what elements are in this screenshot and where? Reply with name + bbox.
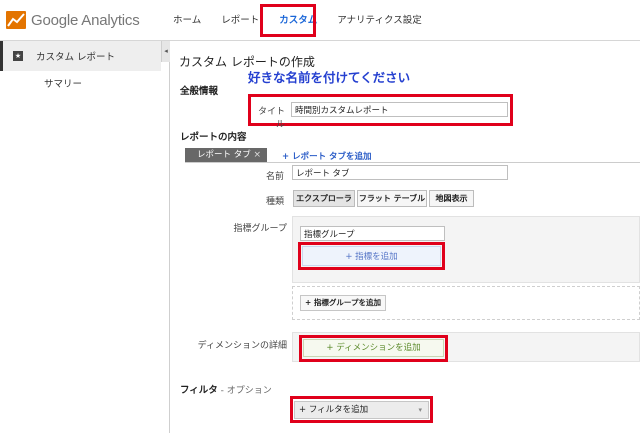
top-header: Google Analytics ホーム レポート カスタム アナリティクス設定	[0, 0, 640, 41]
add-filter-label: + フィルタを追加	[299, 405, 369, 415]
analytics-logo-icon	[6, 11, 26, 29]
type-label: 種類	[265, 197, 284, 207]
close-icon[interactable]: ×	[253, 148, 261, 162]
sidebar-item-summary[interactable]: サマリー	[44, 76, 82, 90]
general-info-heading: 全般情報	[180, 86, 219, 97]
metric-groups-label: 指標グループ	[233, 224, 287, 234]
add-report-tab-link[interactable]: + レポート タブを追加	[282, 150, 372, 162]
type-explorer-button[interactable]: エクスプローラ	[293, 190, 355, 207]
name-label: 名前	[265, 172, 284, 182]
type-map-overlay-button[interactable]: 地図表示	[429, 190, 474, 207]
sidebar-header-label: カスタム レポート	[36, 52, 116, 63]
add-metric-button[interactable]: + 指標を追加	[302, 246, 441, 266]
filters-heading: フィルタ - オプション	[180, 382, 272, 396]
add-metric-group-button[interactable]: + 指標グループを追加	[300, 295, 386, 311]
main-content: カスタム レポートの作成 好きな名前を付けてください 全般情報 タイトル レポー…	[171, 41, 640, 433]
tab-name-input[interactable]	[292, 165, 508, 180]
annotation-hint: 好きな名前を付けてください	[248, 70, 411, 85]
nav-admin[interactable]: アナリティクス設定	[327, 0, 431, 41]
title-label: タイトル	[257, 107, 285, 130]
report-tab-chip[interactable]: レポート タブ ×	[185, 148, 267, 162]
filters-heading-label: フィルタ	[180, 385, 218, 396]
star-icon: ★	[13, 51, 23, 61]
highlight-custom-tab	[260, 4, 316, 37]
type-flat-table-button[interactable]: フラット テーブル	[357, 190, 427, 207]
collapse-sidebar-icon[interactable]: ◂	[161, 41, 170, 62]
chevron-down-icon: ▾	[418, 406, 422, 414]
app-name: Google Analytics	[31, 11, 140, 29]
tab-divider	[185, 162, 640, 163]
filters-optional-label: - オプション	[217, 386, 272, 396]
report-content-heading: レポートの内容	[180, 132, 247, 143]
nav-home[interactable]: ホーム	[163, 0, 211, 41]
add-dimension-button[interactable]: + ディメンションを追加	[303, 339, 444, 357]
metric-group-name-input[interactable]	[300, 226, 445, 241]
add-filter-button[interactable]: + フィルタを追加 ▾	[294, 401, 429, 419]
google-analytics-logo[interactable]: Google Analytics	[6, 10, 140, 30]
sidebar-header-custom-reports[interactable]: ★ カスタム レポート	[0, 41, 161, 71]
dimension-drilldowns-label: ディメンションの詳細	[197, 341, 287, 351]
report-tab-label: レポート タブ	[197, 150, 251, 160]
sidebar: ★ カスタム レポート ◂ サマリー	[0, 41, 170, 433]
title-input[interactable]	[291, 102, 508, 117]
